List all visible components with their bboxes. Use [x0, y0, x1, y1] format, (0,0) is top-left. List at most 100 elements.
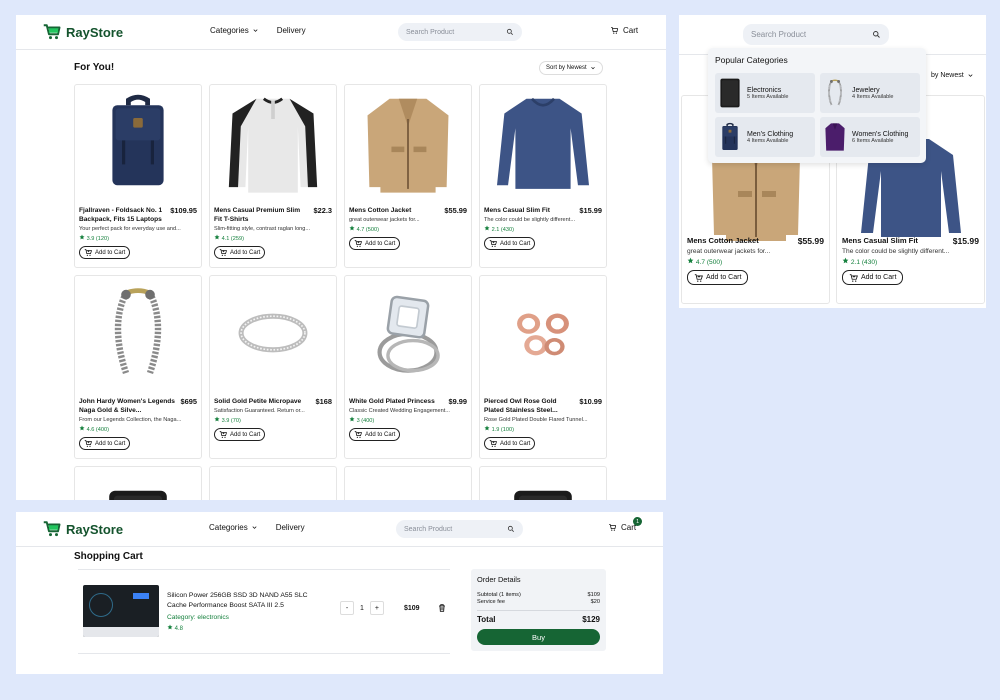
product-image[interactable] — [480, 467, 606, 500]
shopping-cart-screen: RayStore Categories Delivery Search Prod… — [16, 512, 663, 674]
rating-value: 2.1 (430) — [491, 227, 514, 233]
sort-dropdown[interactable]: by Newest — [925, 68, 980, 82]
product-price: $695 — [180, 397, 197, 406]
add-cart-icon — [84, 439, 93, 448]
add-cart-icon — [694, 273, 704, 283]
add-to-cart-button[interactable]: Add to Cart — [842, 270, 904, 285]
fee-value: $20 — [590, 599, 600, 605]
star-icon — [79, 425, 85, 431]
product-rating: 2.1 (430) — [484, 225, 602, 233]
section-title: For You! — [74, 62, 115, 73]
search-input[interactable]: Search Product — [398, 23, 522, 41]
trash-icon[interactable] — [437, 603, 447, 613]
product-price: $15.99 — [952, 236, 979, 246]
product-price: $22.3 — [313, 206, 333, 215]
dropdown-title: Popular Categories — [715, 55, 788, 65]
product-card[interactable]: White Gold Plated Princess $9.99 Classic … — [344, 275, 472, 459]
product-image[interactable] — [480, 276, 606, 389]
star-icon — [167, 624, 173, 630]
product-name[interactable]: White Gold Plated Princess — [349, 397, 435, 406]
nav-delivery[interactable]: Delivery — [277, 26, 306, 35]
add-to-cart-button[interactable]: Add to Cart — [214, 246, 266, 259]
category-womens-clothing[interactable]: Women's Clothing 6 Items Available — [820, 117, 920, 157]
product-name[interactable]: Mens Casual Premium Slim Fit T-Shirts — [214, 206, 310, 224]
increment-button[interactable]: + — [369, 601, 384, 615]
product-rating: 4.7 (500) — [349, 225, 467, 233]
product-card[interactable]: Fjallraven - Foldsack No. 1 Backpack, Fi… — [74, 84, 202, 268]
search-icon[interactable] — [506, 28, 514, 36]
add-to-cart-button[interactable]: Add to Cart — [484, 237, 536, 250]
chevron-down-icon — [252, 27, 259, 34]
product-image[interactable] — [75, 276, 201, 389]
cart-button[interactable]: Cart 1 — [608, 517, 643, 532]
product-card[interactable]: Pierced Owl Rose Gold Plated Stainless S… — [479, 275, 607, 459]
rating-value: 2.1 (430) — [850, 259, 878, 266]
category-mens-clothing[interactable]: Men's Clothing 4 Items Available — [715, 117, 815, 157]
product-name[interactable]: John Hardy Women's Legends Naga Gold & S… — [79, 397, 177, 415]
sort-dropdown[interactable]: Sort by Newest — [539, 61, 603, 75]
total-label: Total — [477, 615, 496, 624]
nav-delivery[interactable]: Delivery — [276, 523, 305, 532]
product-image[interactable] — [345, 85, 471, 198]
rating-value: 4.6 (400) — [86, 427, 109, 433]
product-image[interactable] — [210, 85, 336, 198]
buy-button[interactable]: Buy — [477, 629, 600, 645]
rating-value: 1.9 (100) — [491, 427, 514, 433]
jacket-image — [362, 90, 454, 194]
nav-categories[interactable]: Categories — [210, 26, 259, 35]
logo[interactable]: RayStore — [42, 520, 123, 538]
product-image[interactable] — [210, 276, 336, 389]
main-nav: Categories Delivery — [209, 523, 305, 532]
cart-item-category: Category: electronics — [167, 614, 229, 621]
category-jewelery[interactable]: Jewelery 4 Items Available — [820, 73, 920, 113]
search-icon[interactable] — [507, 525, 515, 533]
category-name: Electronics — [747, 86, 782, 94]
add-to-cart-label: Add to Cart — [365, 240, 396, 247]
product-card[interactable]: Mens Casual Premium Slim Fit T-Shirts $22… — [209, 84, 337, 268]
product-image[interactable] — [345, 276, 471, 389]
quantity-stepper: - 1 + — [340, 601, 384, 615]
category-electronics[interactable]: Electronics 5 Items Available — [715, 73, 815, 113]
category-count: 4 Items Available — [852, 93, 894, 100]
category-name: Men's Clothing — [747, 130, 794, 138]
product-image[interactable] — [480, 85, 606, 198]
nav-categories[interactable]: Categories — [209, 523, 258, 532]
add-to-cart-button[interactable]: Add to Cart — [214, 428, 266, 441]
product-name[interactable]: Solid Gold Petite Micropave — [214, 397, 301, 406]
add-to-cart-button[interactable]: Add to Cart — [687, 270, 749, 285]
search-input[interactable]: Search Product — [743, 24, 889, 45]
product-name[interactable]: Fjallraven - Foldsack No. 1 Backpack, Fi… — [79, 206, 166, 224]
product-rating: 4.6 (400) — [79, 425, 197, 433]
product-card[interactable]: Mens Cotton Jacket $55.99 great outerwear… — [344, 84, 472, 268]
product-image[interactable] — [75, 467, 201, 500]
product-card[interactable] — [479, 466, 607, 500]
add-to-cart-button[interactable]: Add to Cart — [349, 237, 401, 250]
ssd-product-image[interactable] — [83, 585, 159, 637]
product-name[interactable]: Mens Casual Slim Fit — [842, 236, 918, 246]
product-rating: 3.9 (70) — [214, 416, 332, 424]
product-card[interactable] — [209, 466, 337, 500]
product-card[interactable]: Solid Gold Petite Micropave $168 Satisfac… — [209, 275, 337, 459]
product-card[interactable]: John Hardy Women's Legends Naga Gold & S… — [74, 275, 202, 459]
product-card[interactable] — [344, 466, 472, 500]
product-name[interactable]: Pierced Owl Rose Gold Plated Stainless S… — [484, 397, 575, 415]
product-name[interactable]: Mens Cotton Jacket — [687, 236, 759, 246]
cart-button[interactable]: Cart — [610, 26, 638, 35]
add-to-cart-button[interactable]: Add to Cart — [484, 437, 536, 450]
search-icon[interactable] — [872, 30, 881, 39]
product-image[interactable] — [75, 85, 201, 198]
cart-item-name[interactable]: Silicon Power 256GB SSD 3D NAND A55 SLC … — [167, 591, 317, 611]
add-to-cart-button[interactable]: Add to Cart — [79, 437, 131, 450]
add-to-cart-button[interactable]: Add to Cart — [349, 428, 401, 441]
product-name[interactable]: Mens Casual Slim Fit — [484, 206, 550, 215]
product-card[interactable] — [74, 466, 202, 500]
logo[interactable]: RayStore — [42, 23, 123, 41]
decrement-button[interactable]: - — [340, 601, 354, 615]
product-name[interactable]: Mens Cotton Jacket — [349, 206, 411, 215]
add-to-cart-button[interactable]: Add to Cart — [79, 246, 131, 259]
product-image[interactable] — [210, 467, 336, 500]
product-card[interactable]: Mens Casual Slim Fit $15.99 The color cou… — [479, 84, 607, 268]
brand-name: RayStore — [66, 24, 124, 40]
product-image[interactable] — [345, 467, 471, 500]
search-input[interactable]: Search Product — [396, 520, 523, 538]
